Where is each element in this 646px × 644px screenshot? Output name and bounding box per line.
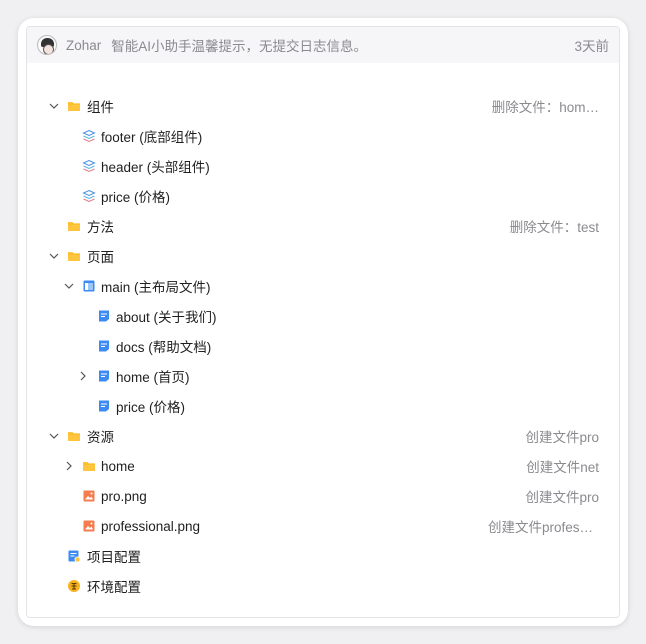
tree-row-components[interactable]: 组件 删除文件：hom… [27,91,619,121]
change-note: 创建文件net [526,460,599,475]
tree-label: about (关于我们) [116,310,217,325]
chevron-down-icon[interactable] [63,280,75,292]
tree-label: professional.png [101,518,201,534]
commit-panel: Zohar 智能AI小助手温馨提示，无提交日志信息。 3天前 组件 删除文件：h… [18,18,628,626]
change-note: 创建文件pro [525,490,599,505]
commit-header: Zohar 智能AI小助手温馨提示，无提交日志信息。 3天前 [27,27,619,63]
tree-row-price-page[interactable]: price (价格) [27,391,619,421]
component-icon [82,159,96,173]
component-icon [82,189,96,203]
tree-label: main (主布局文件) [101,280,211,295]
commit-message: 智能AI小助手温馨提示，无提交日志信息。 [111,39,368,54]
tree-label: footer (底部组件) [101,130,203,145]
tree-label: 组件 [87,100,114,115]
tree-row-professional-png[interactable]: professional.png 创建文件profes… [27,511,619,541]
layout-icon [83,280,95,292]
tree-label: 页面 [87,250,114,265]
image-icon [83,490,95,502]
tree-row-environment-config[interactable]: 环境配置 [27,571,619,601]
tree-row-home-page[interactable]: home (首页) [27,361,619,391]
image-icon [83,520,95,532]
tree-row-footer[interactable]: footer (底部组件) [27,121,619,151]
page-icon [99,310,109,322]
commit-time: 3天前 [574,39,609,54]
tree-label: 资源 [87,430,114,445]
tree-row-about[interactable]: about (关于我们) [27,301,619,331]
folder-icon [68,222,80,231]
tree-row-docs[interactable]: docs (帮助文档) [27,331,619,361]
chevron-right-icon[interactable] [77,370,89,382]
tree-row-project-config[interactable]: 项目配置 [27,541,619,571]
page-icon [99,400,109,412]
folder-icon [68,432,80,441]
component-icon [82,129,96,143]
tree-label: home (首页) [116,370,190,385]
page-icon [99,340,109,352]
environment-config-icon [68,580,80,592]
author-name[interactable]: Zohar [66,38,101,53]
tree-label: docs (帮助文档) [116,340,212,355]
change-note: 创建文件pro [525,430,599,445]
change-note: 删除文件：test [509,220,599,235]
folder-icon [68,102,80,111]
tree-row-home-folder[interactable]: home 创建文件net [27,451,619,481]
chevron-down-icon[interactable] [48,100,60,112]
folder-icon [68,252,80,261]
tree-label: 方法 [87,220,114,235]
change-note: 删除文件：hom… [491,100,599,115]
tree-label: price (价格) [101,190,171,205]
tree-label: home [101,458,135,474]
tree-row-pro-png[interactable]: pro.png 创建文件pro [27,481,619,511]
project-config-icon [68,550,81,563]
tree-label: 环境配置 [87,580,141,595]
tree-label: pro.png [101,488,147,504]
change-note: 创建文件profes… [487,520,593,535]
chevron-down-icon[interactable] [48,250,60,262]
tree-label: price (价格) [116,400,186,415]
tree-row-main[interactable]: main (主布局文件) [27,271,619,301]
chevron-right-icon[interactable] [63,460,75,472]
tree-label: header (头部组件) [101,160,210,175]
folder-icon [83,462,95,471]
tree-row-header[interactable]: header (头部组件) [27,151,619,181]
avatar[interactable] [37,35,57,55]
file-tree: 组件 删除文件：hom… footer (底部组件) header (头部组件)… [27,63,619,601]
tree-row-methods[interactable]: 方法 删除文件：test [27,211,619,241]
tree-row-pages[interactable]: 页面 [27,241,619,271]
chevron-down-icon[interactable] [48,430,60,442]
tree-row-resources[interactable]: 资源 创建文件pro [27,421,619,451]
commit-card: Zohar 智能AI小助手温馨提示，无提交日志信息。 3天前 组件 删除文件：h… [26,26,620,618]
page-icon [99,370,109,382]
tree-label: 项目配置 [87,550,141,565]
tree-row-price-component[interactable]: price (价格) [27,181,619,211]
